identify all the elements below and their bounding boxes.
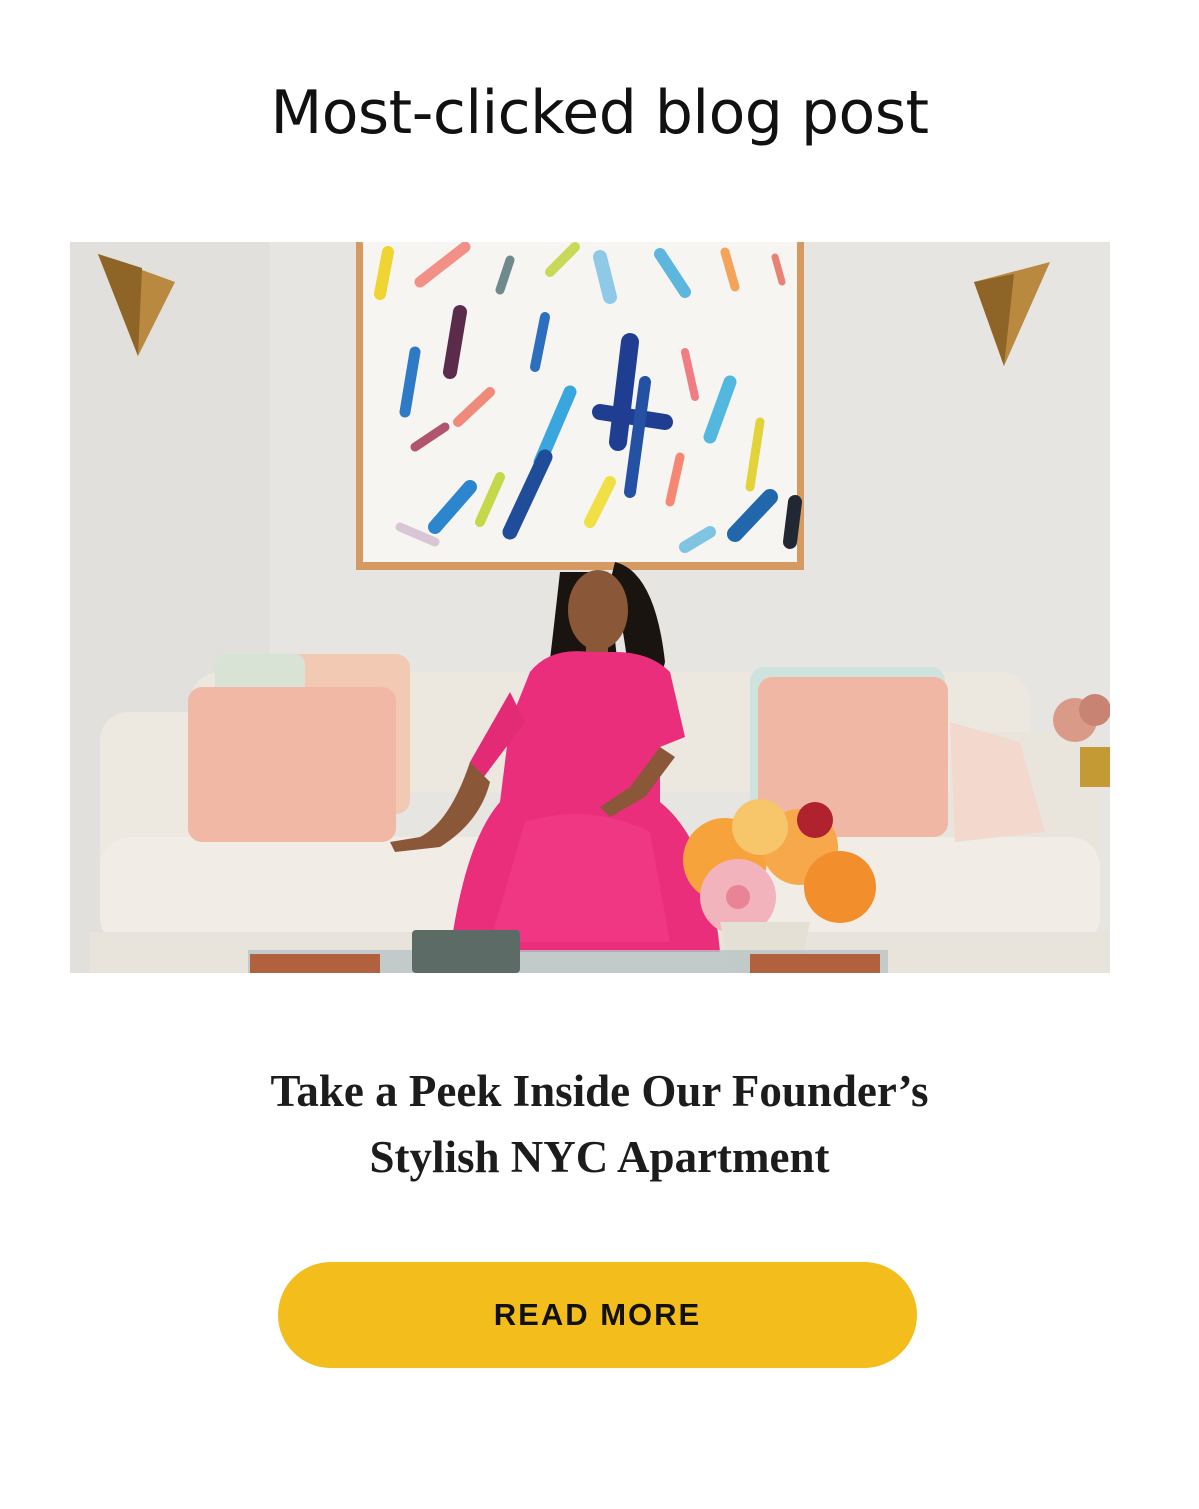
decorative-box [412, 930, 520, 973]
section-heading: Most-clicked blog post [270, 78, 929, 148]
plant-pot [1080, 747, 1110, 787]
left-front-pillow [188, 687, 396, 842]
read-more-button[interactable]: READ MORE [278, 1262, 917, 1368]
title-line-1: Take a Peek Inside Our Founder’s [270, 1066, 929, 1116]
title-line-2: Stylish NYC Apartment [369, 1132, 830, 1182]
blog-post-title[interactable]: Take a Peek Inside Our Founder’s Stylish… [150, 1058, 1049, 1190]
apartment-photo-illustration [70, 242, 1110, 973]
blog-post-image[interactable] [70, 242, 1110, 973]
